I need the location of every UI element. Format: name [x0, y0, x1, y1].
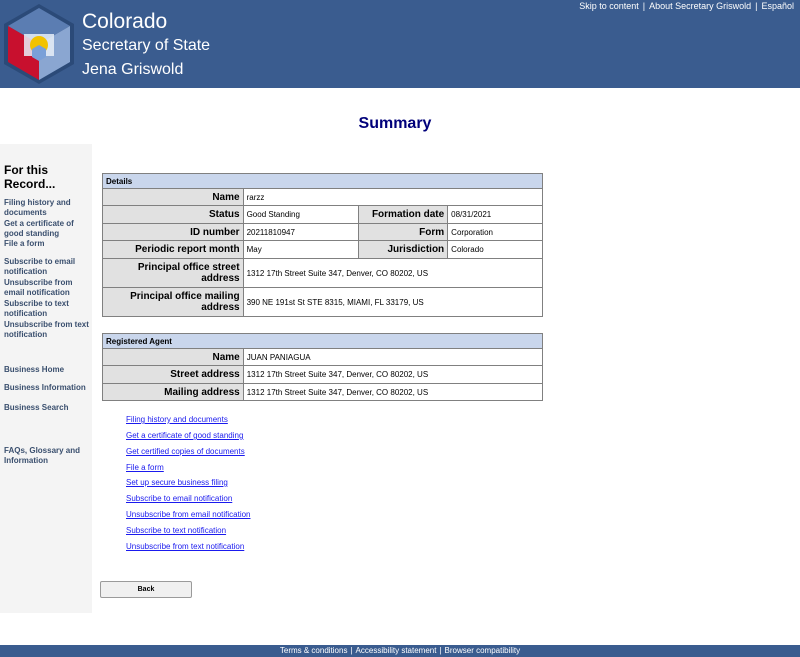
details-table: Details Name rarzz Status Good Standing … — [102, 173, 544, 317]
brand-office: Secretary of State — [82, 37, 211, 54]
agent-mailing-label: Mailing address — [102, 383, 244, 401]
agent-name-value: JUAN PANIAGUA — [242, 348, 544, 366]
principal-street-value: 1312 17th Street Suite 347, Denver, CO 8… — [242, 258, 544, 288]
agent-name-label: Name — [102, 348, 244, 366]
jurisdiction-label: Jurisdiction — [358, 240, 449, 259]
sidebar-item-business-information[interactable]: Business Information — [4, 383, 90, 393]
sidebar-item-business-home[interactable]: Business Home — [4, 365, 90, 375]
sidebar-heading: For this Record... — [4, 163, 56, 191]
skip-to-content-link[interactable]: Skip to content — [579, 1, 639, 11]
accessibility-link[interactable]: Accessibility statement — [356, 646, 437, 655]
principal-mailing-value: 390 NE 191st St STE 8315, MIAMI, FL 3317… — [242, 287, 544, 317]
principal-street-label: Principal office street address — [102, 258, 244, 288]
name-label: Name — [102, 188, 244, 206]
sidebar-item-subscribe-text[interactable]: Subscribe to text notification — [4, 299, 90, 318]
separator: | — [755, 1, 758, 11]
sidebar-item-file-form[interactable]: File a form — [4, 239, 90, 249]
site-header: Colorado Secretary of State Jena Griswol… — [0, 0, 800, 88]
page-title: Summary — [358, 115, 432, 132]
details-section-header: Details — [102, 173, 543, 189]
formation-date-label: Formation date — [358, 205, 449, 224]
agent-street-label: Street address — [102, 365, 244, 384]
registered-agent-table: Registered Agent Name JUAN PANIAGUA Stre… — [102, 333, 544, 401]
espanol-link[interactable]: Español — [761, 1, 794, 11]
terms-link[interactable]: Terms & conditions — [280, 646, 348, 655]
link-subscribe-text[interactable]: Subscribe to text notification — [126, 526, 226, 535]
sidebar-item-subscribe-email[interactable]: Subscribe to email notification — [4, 257, 90, 276]
name-value: rarzz — [242, 188, 544, 206]
periodic-report-label: Periodic report month — [102, 240, 244, 259]
link-subscribe-email[interactable]: Subscribe to email notification — [126, 494, 232, 503]
sidebar-item-unsubscribe-email[interactable]: Unsubscribe from email notification — [4, 278, 90, 297]
separator: | — [642, 1, 646, 11]
status-label: Status — [102, 205, 244, 224]
sidebar-item-faqs[interactable]: FAQs, Glossary and Information — [4, 446, 90, 465]
utility-links: Skip to content | About Secretary Griswold… — [579, 1, 794, 11]
link-unsubscribe-email[interactable]: Unsubscribe from email notification — [126, 510, 251, 519]
agent-street-value: 1312 17th Street Suite 347, Denver, CO 8… — [242, 365, 544, 384]
site-footer: Terms & conditions | Accessibility stateme… — [0, 645, 800, 657]
agent-section-header: Registered Agent — [102, 333, 543, 349]
form-value: Corporation — [447, 223, 543, 241]
separator: | — [350, 646, 353, 655]
sidebar-item-filing-history[interactable]: Filing history and documents — [4, 198, 90, 217]
sidebar-item-certificate[interactable]: Get a certificate of good standing — [4, 219, 90, 238]
jurisdiction-value: Colorado — [447, 240, 543, 259]
formation-date-value: 08/31/2021 — [447, 205, 543, 224]
form-label: Form — [358, 223, 449, 241]
link-certificate-good-standing[interactable]: Get a certificate of good standing — [126, 431, 243, 440]
link-secure-business-filing[interactable]: Set up secure business filing — [126, 478, 228, 487]
principal-mailing-label: Principal office mailing address — [102, 287, 244, 317]
site-brand[interactable]: Colorado Secretary of State Jena Griswol… — [82, 9, 210, 82]
status-value: Good Standing — [242, 205, 360, 224]
browser-compatibility-link[interactable]: Browser compatibility — [445, 646, 521, 655]
link-unsubscribe-text[interactable]: Unsubscribe from text notification — [126, 542, 244, 551]
agent-mailing-value: 1312 17th Street Suite 347, Denver, CO 8… — [242, 383, 544, 401]
back-button[interactable]: Back — [100, 581, 192, 598]
colorado-sos-logo-icon — [4, 4, 74, 84]
about-secretary-link[interactable]: About Secretary Griswold — [649, 1, 751, 11]
id-number-label: ID number — [102, 223, 244, 241]
link-certified-copies[interactable]: Get certified copies of documents — [126, 447, 245, 456]
sidebar: For this Record... Filing history and do… — [0, 144, 92, 613]
brand-official: Jena Griswold — [82, 61, 184, 78]
separator: | — [439, 646, 442, 655]
sidebar-item-business-search[interactable]: Business Search — [4, 403, 90, 413]
brand-state: Colorado — [82, 10, 168, 33]
link-filing-history[interactable]: Filing history and documents — [126, 415, 228, 424]
id-number-value: 20211810947 — [242, 223, 360, 241]
periodic-report-value: May — [242, 240, 360, 259]
link-file-form[interactable]: File a form — [126, 463, 164, 472]
sidebar-item-unsubscribe-text[interactable]: Unsubscribe from text notification — [4, 320, 90, 339]
